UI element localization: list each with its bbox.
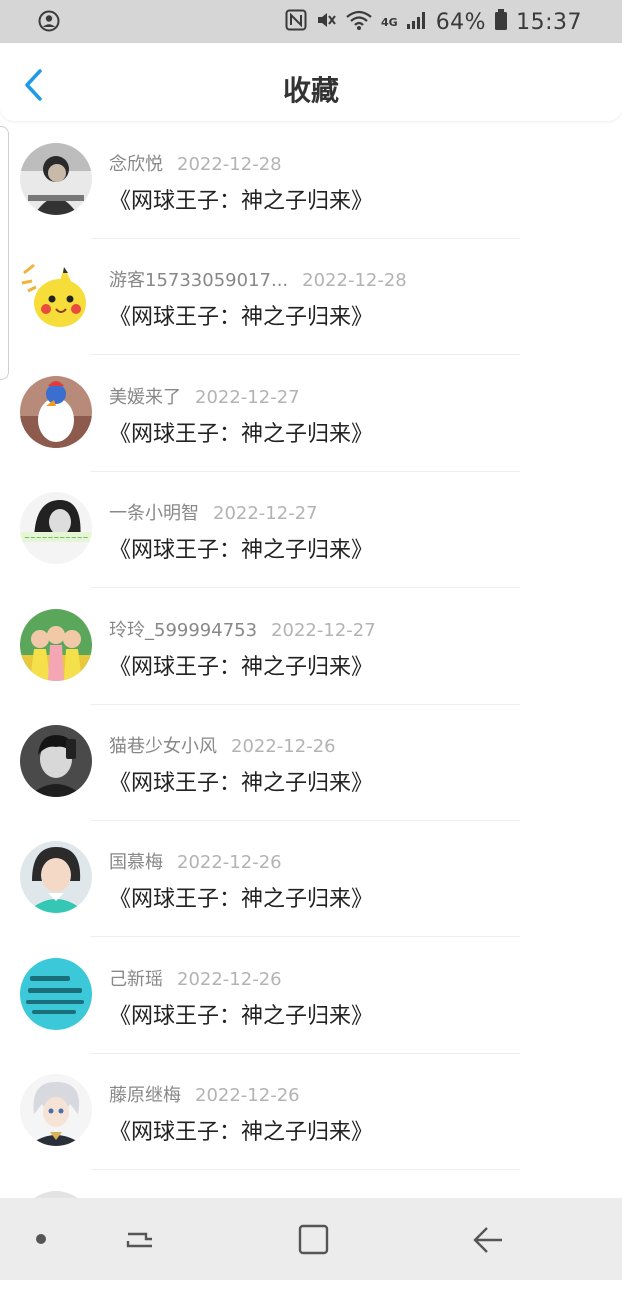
item-title[interactable]: 《网球王子：神之子归来》 xyxy=(109,881,373,913)
divider xyxy=(90,238,520,239)
item-user-line: 玲玲_599994753 2022-12-27 xyxy=(109,616,376,642)
date: 2022-12-26 xyxy=(231,735,336,757)
item-title[interactable]: 《网球王子：神之子归来》 xyxy=(109,532,373,564)
item-title[interactable]: 《网球王子：神之子归来》 xyxy=(109,649,373,681)
network-4g-label: 4G xyxy=(381,15,398,29)
item-title[interactable]: 《网球王子：神之子归来》 xyxy=(109,765,373,797)
username: 国慕梅 xyxy=(109,852,163,874)
divider xyxy=(90,1169,520,1171)
divider xyxy=(90,703,520,705)
username: 己新瑶 xyxy=(109,968,163,990)
username: 玲玲_599994753 xyxy=(109,619,258,641)
signal-icon xyxy=(406,9,428,35)
svg-text:~~~~~~~~~~~: ~~~~~~~~~~~ xyxy=(24,534,89,542)
list-item[interactable]: 游客15733059017... 2022-12-28 《网球王子：神之子归来》 xyxy=(0,253,622,369)
divider xyxy=(90,819,520,821)
navigation-bar xyxy=(0,1198,622,1280)
back-icon xyxy=(473,1227,502,1253)
wifi-icon xyxy=(345,9,373,35)
username: 一条小明智 xyxy=(109,503,199,525)
list-item[interactable]: ~~~~~~~~~~~ 一条小明智 2022-12-27 《网球王子：神之子归来》 xyxy=(0,486,622,602)
item-title[interactable]: 《网球王子：神之子归来》 xyxy=(109,416,373,448)
divider xyxy=(90,936,520,938)
avatar[interactable] xyxy=(20,143,92,215)
username: 游客15733059017... xyxy=(109,270,289,292)
list-item[interactable]: 美媛来了 2022-12-27 《网球王子：神之子归来》 xyxy=(0,370,622,486)
recent-apps-button[interactable] xyxy=(122,1222,158,1258)
mute-icon xyxy=(315,9,337,35)
item-user-line: 美媛来了 2022-12-27 xyxy=(109,383,300,409)
item-title[interactable]: 《网球王子：神之子归来》 xyxy=(109,1114,373,1146)
recent-apps-icon xyxy=(126,1232,152,1248)
avatar[interactable] xyxy=(20,841,92,914)
date: 2022-12-28 xyxy=(177,154,282,175)
item-user-line: 游客15733059017... 2022-12-28 xyxy=(109,266,407,292)
list-item[interactable]: 己新瑶 2022-12-26 《网球王子：神之子归来》 xyxy=(0,952,622,1068)
date: 2022-12-26 xyxy=(195,1085,300,1107)
avatar[interactable] xyxy=(20,957,92,1030)
account-circle-icon xyxy=(38,10,60,36)
item-user-line: 己新瑶 2022-12-26 xyxy=(109,965,282,991)
divider xyxy=(90,587,520,589)
avatar[interactable] xyxy=(20,724,92,797)
username: 念欣悦 xyxy=(109,154,163,175)
favorites-list: 念欣悦 2022-12-28 《网球王子：神之子归来》 游客15733059017… xyxy=(0,137,622,1301)
divider xyxy=(90,470,520,472)
item-user-line: 国慕梅 2022-12-26 xyxy=(109,848,282,874)
page-title: 收藏 xyxy=(282,74,339,107)
date: 2022-12-27 xyxy=(271,619,376,641)
date: 2022-12-27 xyxy=(195,386,300,408)
username: 猫巷少女小风 xyxy=(109,735,217,757)
item-user-line: 一条小明智 2022-12-27 xyxy=(109,499,318,525)
item-title[interactable]: 《网球王子：神之子归来》 xyxy=(109,299,373,331)
avatar[interactable] xyxy=(20,1074,92,1147)
list-item[interactable]: 玲玲_599994753 2022-12-27 《网球王子：神之子归来》 xyxy=(0,603,622,719)
dot-icon[interactable] xyxy=(36,1234,46,1244)
item-user-line: 念欣悦 2022-12-28 xyxy=(109,150,282,176)
home-button[interactable] xyxy=(296,1222,332,1258)
username: 美媛来了 xyxy=(109,386,181,408)
list-item[interactable]: 猫巷少女小风 2022-12-26 《网球王子：神之子归来》 xyxy=(0,719,622,835)
back-nav-button[interactable] xyxy=(470,1222,506,1258)
avatar[interactable] xyxy=(20,259,92,331)
date: 2022-12-26 xyxy=(177,968,282,990)
home-icon xyxy=(298,1224,329,1255)
battery-icon xyxy=(494,9,508,35)
username: 藤原继梅 xyxy=(109,1085,181,1107)
divider xyxy=(90,1052,520,1054)
item-title[interactable]: 《网球王子：神之子归来》 xyxy=(109,998,373,1030)
item-title[interactable]: 《网球王子：神之子归来》 xyxy=(109,183,373,215)
avatar[interactable] xyxy=(20,608,92,681)
item-user-line: 猫巷少女小风 2022-12-26 xyxy=(109,732,336,758)
date: 2022-12-27 xyxy=(213,503,318,525)
date: 2022-12-28 xyxy=(302,270,407,292)
list-item[interactable]: 藤原继梅 2022-12-26 《网球王子：神之子归来》 xyxy=(0,1068,622,1184)
divider xyxy=(90,354,520,356)
avatar[interactable] xyxy=(20,375,92,448)
clock: 15:37 xyxy=(516,9,582,35)
battery-percent: 64% xyxy=(435,9,487,35)
item-user-line: 藤原继梅 2022-12-26 xyxy=(109,1081,300,1107)
status-bar: 4G 64% 15:37 xyxy=(0,0,622,43)
nfc-icon xyxy=(285,9,307,35)
list-item[interactable]: 国慕梅 2022-12-26 《网球王子：神之子归来》 xyxy=(0,835,622,951)
header: 收藏 xyxy=(0,43,622,121)
date: 2022-12-26 xyxy=(177,852,282,874)
list-item[interactable]: 念欣悦 2022-12-28 《网球王子：神之子归来》 xyxy=(0,137,622,253)
avatar[interactable]: ~~~~~~~~~~~ xyxy=(20,492,92,565)
